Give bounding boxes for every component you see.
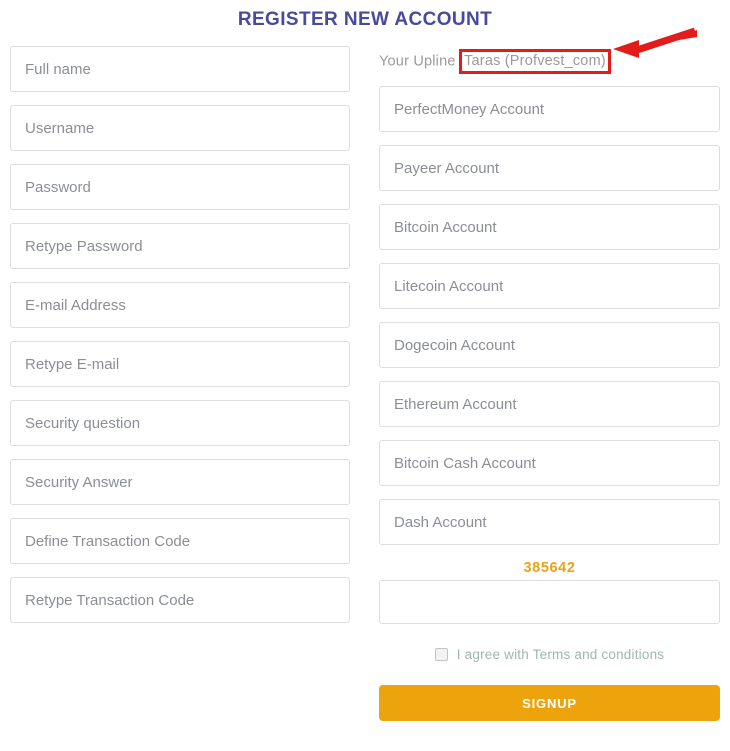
define-transaction-code-input[interactable] [10,518,350,564]
perfectmoney-account-input[interactable] [379,86,720,132]
upline-highlight-box: Taras (Profvest_com) [459,49,611,74]
dash-account-input[interactable] [379,499,720,545]
bitcoin-account-input[interactable] [379,204,720,250]
terms-row: I agree with Terms and conditions [379,644,720,664]
captcha-input[interactable] [379,580,720,624]
full-name-input[interactable] [10,46,350,92]
dogecoin-account-input[interactable] [379,322,720,368]
personal-info-column [10,46,350,636]
payment-accounts-column: Your Upline Taras (Profvest_com) 385642 … [379,46,720,721]
security-question-input[interactable] [10,400,350,446]
payment-fields-host [379,86,720,545]
password-input[interactable] [10,164,350,210]
page-title: REGISTER NEW ACCOUNT [237,9,493,30]
security-answer-input[interactable] [10,459,350,505]
bitcoin-cash-account-input[interactable] [379,440,720,486]
retype-email-input[interactable] [10,341,350,387]
captcha-code: 385642 [523,560,576,576]
upline-label: Your Upline [379,53,456,70]
retype-transaction-code-input[interactable] [10,577,350,623]
payeer-account-input[interactable] [379,145,720,191]
terms-label[interactable]: I agree with Terms and conditions [457,647,664,662]
email-address-input[interactable] [10,282,350,328]
signup-button[interactable]: SIGNUP [379,685,720,721]
terms-checkbox[interactable] [434,647,448,661]
upline-row: Your Upline Taras (Profvest_com) [379,46,720,86]
retype-password-input[interactable] [10,223,350,269]
upline-value: Taras (Profvest_com) [464,53,606,69]
litecoin-account-input[interactable] [379,263,720,309]
ethereum-account-input[interactable] [379,381,720,427]
username-input[interactable] [10,105,350,151]
